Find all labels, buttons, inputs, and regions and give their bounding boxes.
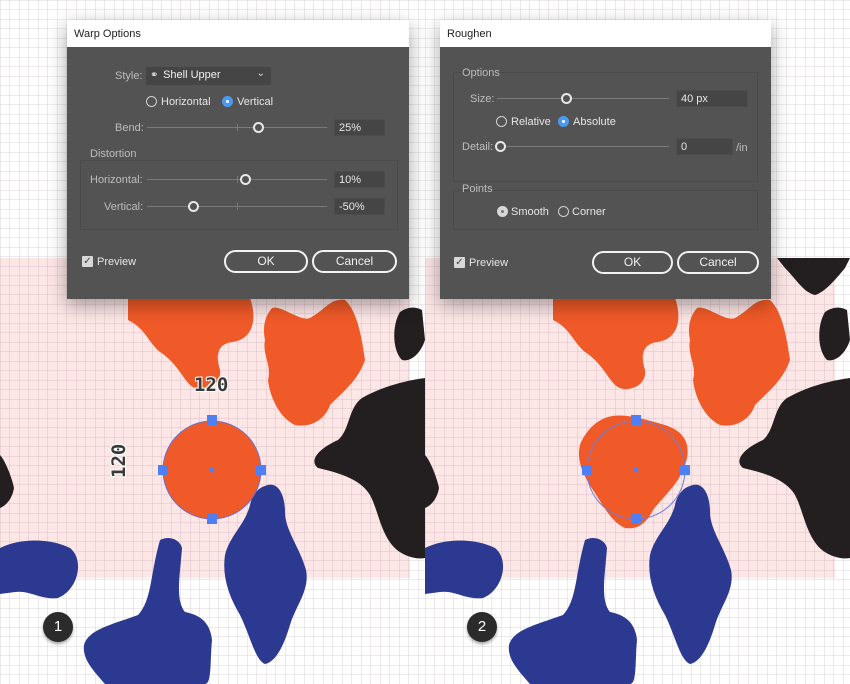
radio-relative-label: Relative: [511, 116, 551, 128]
bend-slider-thumb[interactable]: [253, 122, 264, 133]
horizontal-distortion-label: Horizontal:: [90, 174, 143, 186]
radio-vertical[interactable]: [222, 96, 233, 107]
height-dimension-label: 120: [108, 443, 130, 478]
radio-vertical-label: Vertical: [237, 96, 274, 108]
shell-upper-icon: ⚭: [150, 70, 159, 81]
anchor-handle-top[interactable]: [207, 415, 217, 425]
detail-unit: /in: [736, 142, 748, 154]
preview-checkbox[interactable]: ✓: [82, 256, 93, 267]
style-label: Style:: [115, 70, 143, 82]
bend-input[interactable]: 25%: [334, 119, 385, 136]
anchor-handle-bottom[interactable]: [207, 514, 217, 524]
navy-blob-left: [425, 540, 504, 599]
anchor-handle-top[interactable]: [631, 415, 641, 425]
anchor-handle-right[interactable]: [256, 465, 266, 475]
points-title: Points: [462, 183, 493, 195]
step-badge-2: 2: [467, 612, 497, 642]
detail-input[interactable]: 0: [676, 138, 733, 155]
panel-roughen-step: 2 Roughen Options Size: 40 px Relative A…: [425, 0, 850, 684]
width-dimension-label: 120: [194, 374, 229, 396]
check-icon: ✓: [83, 256, 92, 267]
horizontal-distortion-center-tick: [237, 176, 238, 183]
radio-corner[interactable]: [558, 206, 569, 217]
vertical-distortion-input[interactable]: -50%: [334, 198, 385, 215]
options-title: Options: [462, 67, 500, 79]
step-badge-1: 1: [43, 612, 73, 642]
selected-circle-shape[interactable]: [162, 420, 262, 520]
detail-label: Detail:: [462, 141, 494, 153]
bend-slider-center-tick: [237, 124, 238, 131]
vertical-distortion-center-tick: [237, 203, 238, 210]
cancel-button[interactable]: Cancel: [312, 250, 397, 273]
radio-smooth-label: Smooth: [511, 206, 549, 218]
navy-blob-left: [0, 540, 79, 599]
size-label: Size:: [470, 93, 495, 105]
style-dropdown[interactable]: ⚭ Shell Upper ⌄: [146, 67, 271, 85]
radio-corner-label: Corner: [572, 206, 606, 218]
distortion-title: Distortion: [90, 148, 137, 160]
preview-checkbox[interactable]: ✓: [454, 257, 465, 268]
vertical-distortion-slider-thumb[interactable]: [188, 201, 199, 212]
radio-absolute[interactable]: [558, 116, 569, 127]
preview-label: Preview: [97, 256, 137, 268]
size-input[interactable]: 40 px: [676, 90, 748, 107]
radio-horizontal[interactable]: [146, 96, 157, 107]
check-icon: ✓: [455, 257, 464, 268]
radio-smooth[interactable]: [497, 206, 508, 217]
ok-button[interactable]: OK: [592, 251, 673, 274]
radio-relative[interactable]: [496, 116, 507, 127]
size-slider-thumb[interactable]: [561, 93, 572, 104]
vertical-distortion-label: Vertical:: [104, 201, 144, 213]
chevron-down-icon: ⌄: [256, 68, 265, 79]
warp-options-dialog: Warp Options Style: ⚭ Shell Upper ⌄ Hori…: [67, 20, 409, 299]
panel-warp-step: 120 120 1 Warp Options Style: ⚭ Shell Up…: [0, 0, 425, 684]
roughen-dialog: Roughen Options Size: 40 px Relative Abs…: [440, 20, 771, 299]
horizontal-distortion-input[interactable]: 10%: [334, 171, 385, 188]
anchor-handle-right[interactable]: [680, 465, 690, 475]
dialog-title: Roughen: [440, 20, 771, 47]
center-point: [633, 467, 639, 473]
radio-absolute-label: Absolute: [573, 116, 616, 128]
size-slider-track[interactable]: [497, 98, 669, 99]
horizontal-distortion-slider-thumb[interactable]: [240, 174, 251, 185]
bend-label: Bend:: [115, 122, 144, 134]
detail-slider-thumb[interactable]: [495, 141, 506, 152]
preview-label: Preview: [469, 257, 509, 269]
anchor-handle-left[interactable]: [582, 465, 592, 475]
style-value: Shell Upper: [163, 69, 221, 81]
dialog-title: Warp Options: [67, 20, 409, 47]
ok-button[interactable]: OK: [224, 250, 308, 273]
detail-slider-track[interactable]: [497, 146, 669, 147]
radio-horizontal-label: Horizontal: [161, 96, 211, 108]
anchor-handle-left[interactable]: [158, 465, 168, 475]
cancel-button[interactable]: Cancel: [677, 251, 759, 274]
anchor-handle-bottom[interactable]: [631, 514, 641, 524]
